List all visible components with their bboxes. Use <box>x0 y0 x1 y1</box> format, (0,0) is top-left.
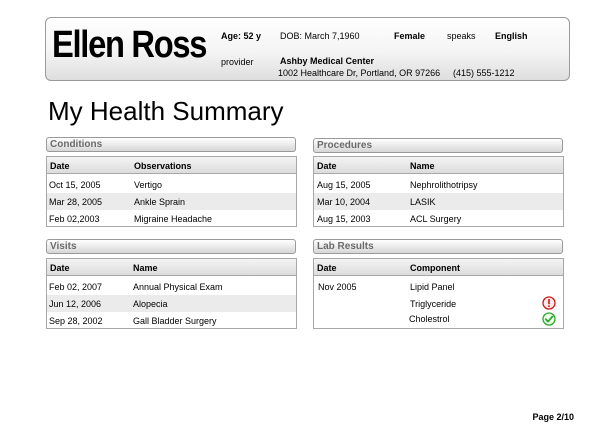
cell-component: Cholestrol <box>409 314 450 324</box>
visits-table: Date Name Feb 02, 2007 Annual Physical E… <box>46 258 297 329</box>
cell-observation: Migraine Headache <box>134 214 213 224</box>
column-header-date: Date <box>50 263 70 273</box>
cell-component: Triglyceride <box>410 299 457 309</box>
conditions-panel-title: Conditions <box>46 137 296 152</box>
procedures-table: Date Name Aug 15, 2005 Nephrolithotripsy… <box>313 156 564 227</box>
column-header-observations: Observations <box>134 161 192 171</box>
speaks-label: speaks <box>447 31 476 41</box>
cell-date: Sep 28, 2002 <box>49 316 103 326</box>
table-row: Triglyceride <box>314 295 563 312</box>
table-header: Date Observations <box>47 157 296 174</box>
cell-date: Jun 12, 2006 <box>49 299 102 309</box>
cell-name: ACL Surgery <box>410 214 462 224</box>
patient-dob: DOB: March 7,1960 <box>280 31 360 41</box>
page-number: Page 2/10 <box>532 412 574 422</box>
column-header-name: Name <box>410 161 435 171</box>
table-row: Nov 2005 Lipid Panel <box>314 278 563 295</box>
check-icon <box>542 312 556 326</box>
table-header: Date Name <box>314 157 563 174</box>
lab-results-table: Date Component Nov 2005 Lipid Panel Trig… <box>313 258 564 329</box>
table-header: Date Name <box>47 259 296 276</box>
cell-date: Nov 2005 <box>318 282 357 292</box>
visits-panel-title: Visits <box>46 239 296 254</box>
cell-date: Feb 02,2003 <box>49 214 100 224</box>
cell-date: Oct 15, 2005 <box>49 180 101 190</box>
provider-address: 1002 Healthcare Dr, Portland, OR 97266 <box>278 68 441 78</box>
table-row: Sep 28, 2002 Gall Bladder Surgery <box>47 312 296 329</box>
cell-name: Nephrolithotripsy <box>410 180 478 190</box>
cell-name: Annual Physical Exam <box>133 282 223 292</box>
provider-phone: (415) 555-1212 <box>453 68 515 78</box>
cell-date: Aug 15, 2003 <box>317 214 371 224</box>
conditions-table: Date Observations Oct 15, 2005 Vertigo M… <box>46 156 297 227</box>
table-row: Feb 02,2003 Migraine Headache <box>47 210 296 227</box>
patient-name: Ellen Ross <box>52 24 207 66</box>
table-row: Oct 15, 2005 Vertigo <box>47 176 296 193</box>
cell-date: Aug 15, 2005 <box>317 180 371 190</box>
table-row: Mar 10, 2004 LASIK <box>314 193 563 210</box>
cell-observation: Ankle Sprain <box>134 197 186 207</box>
provider-label: provider <box>221 57 254 67</box>
table-header: Date Component <box>314 259 563 276</box>
cell-date: Mar 10, 2004 <box>317 197 371 207</box>
cell-name: Gall Bladder Surgery <box>133 316 217 326</box>
patient-age: Age: 52 y <box>221 31 262 41</box>
table-row: Aug 15, 2005 Nephrolithotripsy <box>314 176 563 193</box>
patient-gender: Female <box>394 31 426 41</box>
column-header-component: Component <box>410 263 460 273</box>
column-header-date: Date <box>317 161 337 171</box>
table-row: Aug 15, 2003 ACL Surgery <box>314 210 563 227</box>
column-header-name: Name <box>133 263 158 273</box>
lab-results-panel-title: Lab Results <box>313 239 563 254</box>
procedures-panel-title: Procedures <box>313 138 563 153</box>
alert-icon <box>542 296 556 310</box>
table-row: Cholestrol <box>314 312 563 329</box>
column-header-date: Date <box>50 161 70 171</box>
cell-name: LASIK <box>410 197 436 207</box>
cell-name: Alopecia <box>133 299 168 309</box>
cell-observation: Vertigo <box>134 180 163 190</box>
table-row: Feb 02, 2007 Annual Physical Exam <box>47 278 296 295</box>
table-row: Mar 28, 2005 Ankle Sprain <box>47 193 296 210</box>
column-header-date: Date <box>317 263 337 273</box>
table-row: Jun 12, 2006 Alopecia <box>47 295 296 312</box>
cell-date: Mar 28, 2005 <box>49 197 103 207</box>
provider-name: Ashby Medical Center <box>280 56 375 66</box>
cell-component: Lipid Panel <box>410 282 455 292</box>
page-title: My Health Summary <box>48 96 284 126</box>
patient-language: English <box>495 31 528 41</box>
cell-date: Feb 02, 2007 <box>49 282 103 292</box>
